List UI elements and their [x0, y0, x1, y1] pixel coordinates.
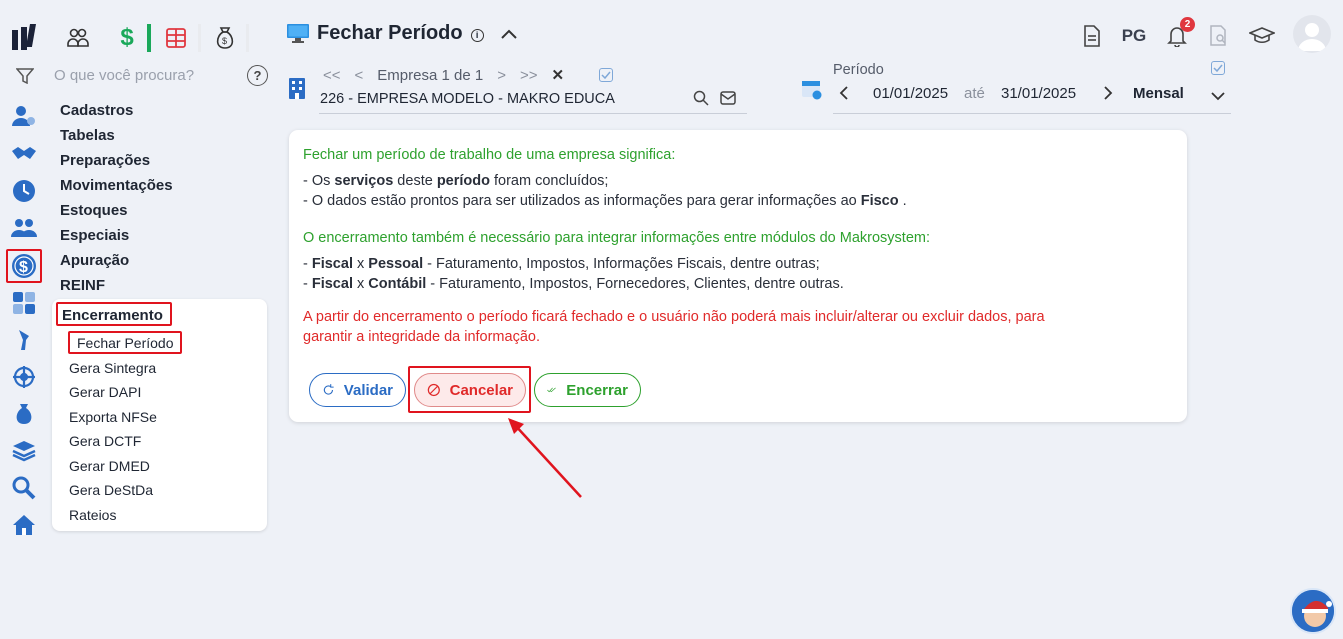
tools-icon[interactable] — [10, 326, 38, 354]
company-checkbox[interactable] — [599, 68, 613, 82]
chevron-up-icon[interactable] — [500, 28, 518, 40]
menu-movimentacoes[interactable]: Movimentações — [60, 177, 173, 194]
period-label: Período — [833, 62, 884, 78]
clock-icon[interactable] — [10, 177, 38, 205]
users-icon[interactable] — [63, 24, 93, 52]
period-checkbox[interactable] — [1211, 61, 1225, 75]
menu-cadastros[interactable]: Cadastros — [60, 102, 133, 119]
encerrar-label: Encerrar — [566, 381, 628, 399]
card-heading-1: Fechar um período de trabalho de uma emp… — [303, 147, 676, 163]
layers-icon[interactable] — [10, 437, 38, 465]
period-underline — [833, 113, 1231, 114]
filter-icon[interactable] — [15, 68, 35, 89]
home-icon[interactable] — [10, 511, 38, 539]
submenu-gera-dctf[interactable]: Gera DCTF — [69, 433, 141, 449]
graduation-cap-icon[interactable] — [1248, 22, 1276, 50]
submenu-gerar-dapi[interactable]: Gerar DAPI — [69, 384, 141, 400]
submenu-rateios[interactable]: Rateios — [69, 507, 116, 523]
user-settings-icon[interactable] — [10, 102, 38, 130]
page-header: Fechar Período i — [287, 22, 518, 45]
encerrar-button[interactable]: Encerrar — [534, 373, 641, 407]
monitor-icon — [287, 23, 309, 43]
logo-icon[interactable] — [12, 24, 40, 50]
company-underline — [319, 113, 747, 114]
company-counter: Empresa 1 de 1 — [377, 66, 484, 84]
chevron-down-icon[interactable] — [1210, 88, 1226, 105]
search-company-icon[interactable] — [693, 90, 709, 111]
submenu-gera-sintegra[interactable]: Gera Sintegra — [69, 360, 156, 376]
search-icon[interactable] — [10, 474, 38, 502]
first-company-button[interactable]: << — [323, 67, 341, 84]
card-heading-2: O encerramento também é necessário para … — [303, 230, 931, 246]
table-icon[interactable] — [161, 24, 191, 52]
handshake-icon[interactable] — [10, 140, 38, 168]
company-name[interactable]: 226 - EMPRESA MODELO - MAKRO EDUCA — [320, 91, 615, 107]
report-search-icon[interactable] — [1205, 22, 1233, 50]
info-icon[interactable]: i — [470, 28, 484, 42]
menu-preparacoes[interactable]: Preparações — [60, 152, 150, 169]
menu-especiais[interactable]: Especiais — [60, 227, 129, 244]
annotation-arrow — [508, 418, 582, 498]
period-end-input[interactable]: 31/01/2025 — [1001, 85, 1076, 102]
pg-button[interactable]: PG — [1120, 22, 1148, 50]
period-until-label: até — [964, 85, 985, 102]
document-icon[interactable] — [1078, 22, 1106, 50]
svg-text:$: $ — [222, 36, 227, 46]
validar-button[interactable]: Validar — [309, 373, 406, 407]
menu-reinf[interactable]: REINF — [60, 277, 105, 294]
company-navigation: << < Empresa 1 de 1 > >> ✕ — [323, 66, 565, 85]
card-warning-2: garantir a integridade da informação. — [303, 329, 540, 345]
clear-company-button[interactable]: ✕ — [552, 66, 565, 84]
page-title: Fechar Período — [317, 22, 463, 44]
people-icon[interactable] — [10, 214, 38, 242]
assistant-avatar[interactable] — [1290, 588, 1336, 634]
card-warning-1: A partir do encerramento o período ficar… — [303, 309, 1045, 325]
validar-label: Validar — [343, 381, 393, 399]
last-company-button[interactable]: >> — [520, 67, 538, 84]
highlight-encerramento — [56, 302, 172, 326]
separator — [198, 24, 201, 52]
notification-badge: 2 — [1180, 17, 1195, 32]
help-icon[interactable]: ? — [247, 65, 268, 86]
period-prev-button[interactable] — [838, 85, 850, 105]
menu-apuracao[interactable]: Apuração — [60, 252, 129, 269]
money-bag-icon[interactable]: $ — [210, 24, 240, 52]
double-check-icon — [547, 387, 556, 393]
highlight-fechar-periodo — [68, 331, 182, 354]
period-type-select[interactable]: Mensal — [1133, 85, 1184, 102]
top-bar: $ $ Fechar Período i PG 2 — [0, 0, 1343, 60]
highlight-finance-icon — [6, 249, 42, 283]
user-avatar[interactable] — [1293, 15, 1331, 53]
menu-tabelas[interactable]: Tabelas — [60, 127, 115, 144]
money-bag-icon[interactable] — [10, 400, 38, 428]
card-line-3: - Fiscal x Pessoal - Faturamento, Impost… — [303, 256, 820, 272]
submenu-exporta-nfse[interactable]: Exporta NFSe — [69, 409, 157, 425]
prev-company-button[interactable]: < — [355, 67, 364, 84]
card-line-4: - Fiscal x Contábil - Faturamento, Impos… — [303, 276, 844, 292]
calculator-icon[interactable] — [10, 289, 38, 317]
period-start-input[interactable]: 01/01/2025 — [873, 85, 948, 102]
card-line-2: - O dados estão prontos para ser utiliza… — [303, 193, 907, 209]
separator — [246, 24, 249, 52]
next-company-button[interactable]: > — [497, 67, 506, 84]
building-icon — [287, 77, 307, 104]
network-icon[interactable] — [10, 363, 38, 391]
period-next-button[interactable] — [1102, 85, 1114, 105]
card-line-1: - Os serviços deste período foram conclu… — [303, 173, 609, 189]
mail-icon[interactable] — [720, 91, 736, 110]
dollar-icon[interactable]: $ — [112, 24, 142, 52]
search-input[interactable]: O que você procura? — [54, 67, 194, 84]
submenu-gerar-dmed[interactable]: Gerar DMED — [69, 458, 150, 474]
active-indicator — [147, 24, 151, 52]
menu-estoques[interactable]: Estoques — [60, 202, 128, 219]
submenu-gera-destda[interactable]: Gera DeStDa — [69, 482, 153, 498]
highlight-cancelar — [408, 366, 531, 413]
calendar-icon — [801, 78, 823, 105]
refresh-icon — [323, 384, 334, 395]
